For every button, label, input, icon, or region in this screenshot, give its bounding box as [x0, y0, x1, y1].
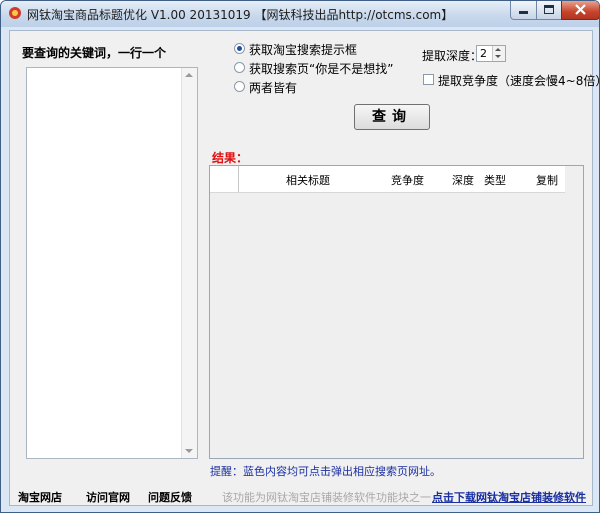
title-bar[interactable]: 网钛淘宝商品标题优化 V1.00 20131019 【网钛科技出品http://…: [1, 1, 599, 27]
depth-spinner-arrows[interactable]: [492, 46, 505, 61]
results-label: 结果：: [212, 151, 249, 165]
footer-link-site[interactable]: 访问官网: [86, 489, 130, 505]
results-header: 相关标题 竞争度 深度 类型 复制: [210, 166, 565, 193]
column-divider[interactable]: [238, 166, 239, 192]
keywords-textarea[interactable]: [26, 67, 198, 459]
competition-label: 提取竞争度（速度会慢4~8倍）: [438, 74, 600, 88]
close-button[interactable]: [561, 1, 599, 20]
tip-text: 提醒：蓝色内容均可点击弹出相应搜索页网址。: [210, 465, 441, 478]
minimize-icon: [519, 11, 528, 14]
radio-didyoumean[interactable]: [234, 62, 245, 73]
radio-suggest[interactable]: [234, 43, 245, 54]
mode-option-label: 两者皆有: [249, 81, 298, 95]
app-window: 网钛淘宝商品标题优化 V1.00 20131019 【网钛科技出品http://…: [0, 0, 600, 513]
footer-note: 该功能为网钛淘宝店铺装修软件功能块之一: [222, 491, 431, 504]
footer-link-shop[interactable]: 淘宝网店: [18, 489, 62, 505]
radio-both[interactable]: [234, 81, 245, 92]
mode-option-label: 获取搜索页“你是不是想找”: [249, 62, 394, 76]
results-table[interactable]: 相关标题 竞争度 深度 类型 复制: [209, 165, 584, 459]
footer-link-feedback[interactable]: 问题反馈: [148, 489, 192, 505]
depth-value: 2: [480, 47, 487, 60]
query-button[interactable]: 查询: [354, 104, 430, 130]
main-panel: 要查询的关键词，一行一个 获取淘宝搜索提示框 获取搜索页“你是不是想找” 两者皆…: [9, 30, 599, 506]
window-title: 网钛淘宝商品标题优化 V1.00 20131019 【网钛科技出品http://…: [27, 8, 454, 22]
spin-up-icon[interactable]: [495, 48, 501, 51]
col-header-title[interactable]: 相关标题: [286, 172, 330, 188]
depth-spinner[interactable]: 2: [476, 45, 506, 62]
col-header-type[interactable]: 类型: [484, 172, 506, 188]
close-icon: [575, 4, 586, 15]
col-header-depth[interactable]: 深度: [452, 172, 474, 188]
col-header-competition[interactable]: 竞争度: [391, 172, 424, 188]
mode-option-label: 获取淘宝搜索提示框: [249, 43, 358, 57]
depth-label: 提取深度：: [422, 49, 483, 63]
download-link[interactable]: 点击下载网钛淘宝店铺装修软件: [432, 489, 586, 505]
app-icon: [9, 7, 21, 19]
maximize-button[interactable]: [536, 1, 563, 20]
minimize-button[interactable]: [510, 1, 538, 20]
col-header-copy[interactable]: 复制: [536, 172, 558, 188]
keywords-scrollbar[interactable]: [181, 68, 197, 458]
scroll-up-icon[interactable]: [185, 73, 193, 77]
spin-down-icon[interactable]: [495, 55, 501, 58]
competition-checkbox[interactable]: [423, 74, 434, 85]
scroll-down-icon[interactable]: [185, 449, 193, 453]
keywords-label: 要查询的关键词，一行一个: [22, 46, 167, 60]
maximize-icon: [544, 5, 554, 14]
radio-selected-dot: [237, 46, 242, 51]
